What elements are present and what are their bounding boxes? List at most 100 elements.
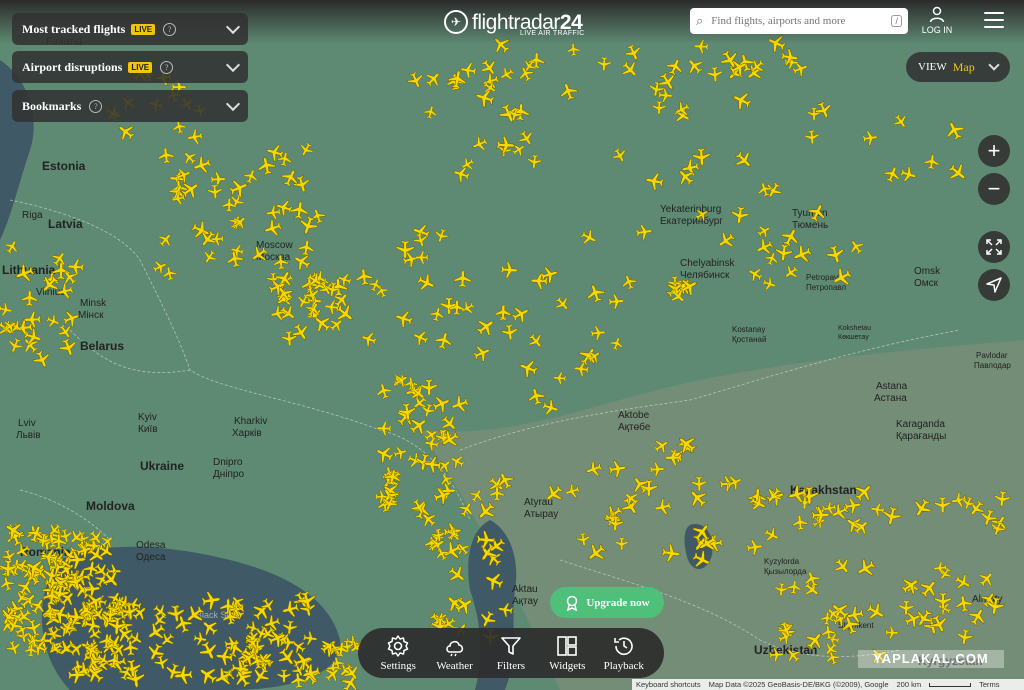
chevron-down-icon: [988, 59, 1000, 71]
watermark: YAPLAKAL.COM: [858, 650, 1004, 668]
settings-label: Settings: [380, 660, 416, 672]
playback-button[interactable]: Playback: [597, 634, 651, 672]
chevron-down-icon: [225, 19, 241, 35]
label-chelyabinsk: Chelyabinsk: [680, 258, 735, 269]
label-aktobe: Aktobe: [618, 410, 650, 421]
logo-subtitle: LIVE AIR TRAFFIC: [520, 30, 585, 37]
view-mode-selector[interactable]: VIEW Map: [906, 52, 1010, 82]
map-footer: Keyboard shortcuts Map Data ©2025 GeoBas…: [632, 679, 1024, 690]
label-astana-local: Астана: [874, 393, 907, 404]
label-chelyabinsk-local: Челябинск: [680, 269, 730, 281]
most-tracked-flights-panel[interactable]: Most tracked flights LIVE ?: [12, 13, 248, 45]
label-minsk-local: Мінск: [78, 310, 104, 321]
label-lviv-local: Львів: [16, 430, 41, 441]
plus-icon: +: [987, 138, 1001, 163]
search-input[interactable]: [709, 14, 892, 28]
filters-button[interactable]: Filters: [484, 634, 538, 672]
widgets-label: Widgets: [549, 660, 586, 672]
help-icon[interactable]: ?: [163, 22, 177, 36]
label-omsk-local: Омск: [914, 278, 939, 289]
bottom-toolbar: Settings Weather Filters Widgets Playbac…: [358, 628, 664, 678]
help-icon[interactable]: ?: [89, 99, 103, 113]
locate-me-button[interactable]: [978, 269, 1010, 301]
chevron-down-icon: [225, 96, 241, 112]
label-aktau: Aktau: [512, 584, 538, 595]
settings-button[interactable]: Settings: [371, 634, 425, 672]
filters-label: Filters: [496, 660, 526, 672]
view-label: VIEW: [918, 61, 947, 73]
label-karaganda: Karaganda: [896, 419, 945, 430]
help-icon[interactable]: ?: [160, 60, 174, 74]
hamburger-menu-button[interactable]: [984, 12, 1004, 28]
label-kostanay: Kostanay: [732, 325, 765, 334]
playback-label: Playback: [603, 660, 644, 672]
flightradar-logo[interactable]: ✈ flightradar24 LIVE AIR TRAFFIC: [444, 4, 585, 40]
fullscreen-icon: [986, 239, 1002, 255]
label-pavlodar-local: Павлодар: [974, 361, 1011, 370]
label-aktobe-local: Ақтөбе: [618, 421, 651, 433]
airport-disruptions-panel[interactable]: Airport disruptions LIVE ?: [12, 51, 248, 83]
scale-bar: [929, 682, 972, 687]
label-atyrau-local: Атырау: [524, 509, 558, 520]
label-omsk: Omsk: [914, 266, 941, 277]
label-aktau-local: Ақтау: [512, 596, 538, 607]
minus-icon: −: [987, 176, 1001, 201]
search-box[interactable]: ⌕ /: [690, 8, 908, 34]
settings-icon: [387, 635, 409, 657]
label-odesa-local: Одеса: [136, 552, 166, 563]
chevron-down-icon: [225, 57, 241, 73]
view-value: Map: [952, 59, 975, 74]
weather-icon: [445, 640, 463, 657]
menu-line: [984, 19, 1004, 21]
label-kyzylorda: Kyzylorda: [764, 557, 800, 566]
login-label: LOG IN: [921, 25, 953, 35]
label-kostanay-local: Қостанай: [732, 335, 766, 344]
label-kyiv-local: Київ: [138, 424, 158, 435]
live-badge: LIVE: [131, 23, 156, 35]
label-lviv: Lviv: [18, 418, 36, 429]
upgrade-now-button[interactable]: Upgrade now: [550, 587, 664, 618]
widgets-button[interactable]: Widgets: [540, 634, 594, 672]
label-odesa: Odesa: [136, 540, 166, 551]
label-karaganda-local: Қарағанды: [896, 431, 946, 442]
weather-button[interactable]: Weather: [428, 634, 482, 672]
login-button[interactable]: LOG IN: [918, 6, 956, 38]
label-astana: Astana: [876, 381, 908, 392]
award-icon: [567, 595, 578, 611]
label-kokshetau: Kokshetau: [838, 325, 871, 332]
location-arrow-icon: [986, 277, 1002, 293]
playback-icon: [613, 637, 633, 656]
label-belarus: Belarus: [80, 339, 124, 353]
label-tyumen-local: Тюмень: [792, 220, 828, 231]
menu-line: [984, 26, 1004, 28]
panel-label: Bookmarks: [22, 98, 82, 113]
map-data-attribution: Map Data ©2025 GeoBasis-DE/BKG (©2009), …: [708, 680, 889, 689]
label-estonia: Estonia: [42, 159, 86, 173]
widgets-icon: [557, 636, 578, 656]
zoom-out-button[interactable]: −: [978, 173, 1010, 205]
bookmarks-panel[interactable]: Bookmarks ?: [12, 90, 248, 122]
label-ukraine: Ukraine: [140, 459, 184, 473]
search-shortcut-hint: /: [891, 15, 902, 27]
terms-link[interactable]: Terms: [979, 680, 999, 689]
label-moscow: Moscow: [256, 240, 293, 251]
label-pavlodar: Pavlodar: [976, 351, 1008, 360]
label-minsk: Minsk: [80, 298, 107, 309]
label-lithuania: Lithuania: [2, 263, 56, 277]
user-icon: [929, 6, 945, 23]
label-kyzylorda-local: Қызылорда: [764, 567, 807, 576]
fullscreen-button[interactable]: [978, 231, 1010, 263]
keyboard-shortcuts-link[interactable]: Keyboard shortcuts: [636, 680, 701, 689]
label-kharkiv: Kharkiv: [234, 416, 267, 427]
panel-label: Airport disruptions: [22, 59, 123, 74]
scale-label: 200 km: [896, 680, 922, 689]
upgrade-label: Upgrade now: [586, 596, 650, 609]
label-petropavl-local: Петропавл: [806, 283, 846, 292]
menu-line: [984, 12, 1004, 14]
radar-icon: ✈: [444, 10, 468, 34]
label-dnipro-local: Дніпро: [213, 469, 244, 480]
label-latvia: Latvia: [48, 217, 83, 231]
live-badge: LIVE: [128, 61, 153, 73]
zoom-in-button[interactable]: +: [978, 135, 1010, 167]
label-yekaterinburg: Yekaterinburg: [660, 204, 721, 215]
